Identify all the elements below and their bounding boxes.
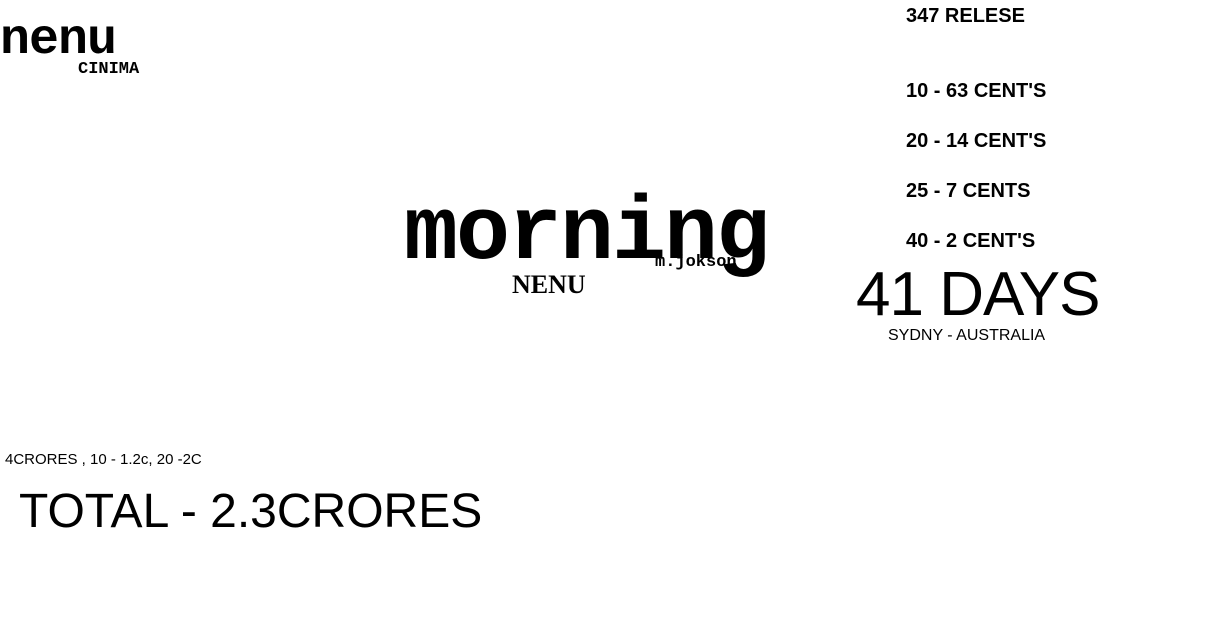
rate-line: 40 - 2 CENT'S: [906, 230, 1036, 252]
title-subtitle: NENU: [512, 270, 586, 299]
title-credit: m.jokson: [655, 253, 737, 272]
breakdown-text: 4CRORES , 10 - 1.2c, 20 -2C: [5, 451, 202, 468]
rate-line: 10 - 63 CENT'S: [906, 80, 1047, 102]
rate-line: 20 - 14 CENT'S: [906, 130, 1047, 152]
rate-line: 25 - 7 CENTS: [906, 180, 1031, 202]
days-count: 41 DAYS: [856, 260, 1100, 329]
release-count: 347 RELESE: [906, 5, 1025, 27]
logo-title: nenu: [0, 12, 117, 69]
total-text: TOTAL - 2.3CRORES: [19, 485, 483, 538]
location-label: SYDNY - AUSTRALIA: [888, 327, 1046, 344]
logo-subtitle: CINIMA: [78, 60, 140, 79]
